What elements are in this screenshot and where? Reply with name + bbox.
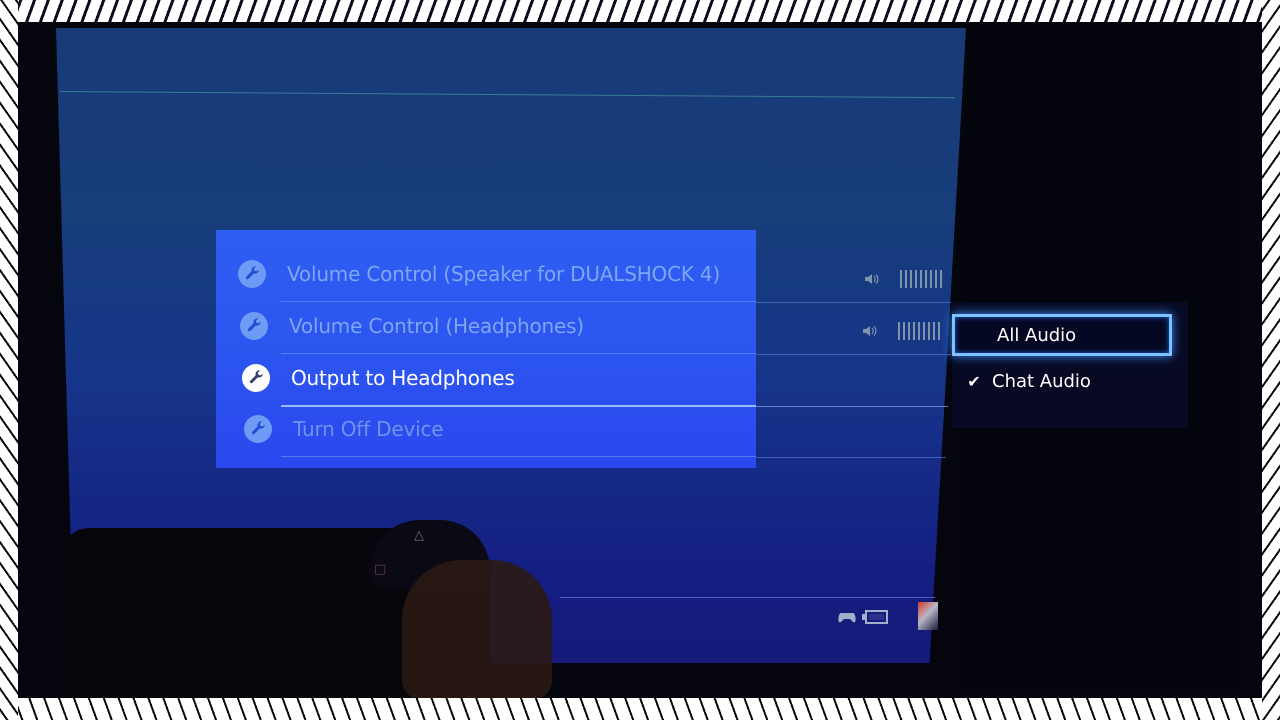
battery-icon	[862, 610, 888, 624]
row-divider	[756, 302, 951, 303]
checkmark-icon: ✔	[967, 371, 981, 391]
status-bar	[838, 610, 888, 624]
menu-item-volume-headphones[interactable]: Volume Control (Headphones)	[216, 300, 756, 352]
volume-indicator-headphones[interactable]	[862, 322, 940, 340]
status-bar-divider	[560, 597, 935, 598]
menu-item-label: Volume Control (Headphones)	[289, 314, 584, 338]
row-divider	[756, 406, 948, 407]
volume-level-bars	[898, 322, 940, 340]
decorative-border-bottom	[0, 698, 1280, 720]
decorative-border-right	[1262, 0, 1280, 720]
output-options-popup: All Audio ✔ Chat Audio	[952, 302, 1188, 428]
option-all-audio[interactable]: All Audio	[952, 314, 1172, 356]
menu-item-label: Turn Off Device	[293, 417, 444, 441]
square-button-glyph: □	[374, 562, 387, 577]
wrench-icon	[242, 364, 270, 392]
decorative-border-left	[0, 0, 18, 720]
wrench-icon	[238, 260, 266, 288]
option-label: Chat Audio	[992, 370, 1091, 392]
menu-item-label: Volume Control (Speaker for DUALSHOCK 4)	[287, 262, 721, 286]
option-label: All Audio	[997, 324, 1077, 346]
volume-level-bars	[900, 270, 942, 288]
option-chat-audio[interactable]: ✔ Chat Audio	[952, 360, 1174, 402]
row-divider	[281, 456, 756, 457]
user-avatar[interactable]	[918, 602, 938, 630]
speaker-icon	[865, 274, 879, 284]
menu-item-volume-speaker[interactable]: Volume Control (Speaker for DUALSHOCK 4)	[216, 248, 756, 300]
volume-indicator-speaker[interactable]	[864, 270, 942, 288]
triangle-button-glyph: △	[414, 528, 424, 543]
speaker-icon	[863, 326, 877, 336]
row-divider	[756, 354, 951, 355]
decorative-border-top	[0, 0, 1280, 22]
device-settings-menu: Volume Control (Speaker for DUALSHOCK 4)…	[216, 230, 756, 468]
menu-item-label: Output to Headphones	[291, 366, 515, 390]
wrench-icon	[240, 312, 268, 340]
controller-icon	[838, 613, 856, 623]
wrench-icon	[244, 415, 272, 443]
hand-finger	[402, 560, 552, 700]
row-divider	[756, 457, 946, 458]
menu-item-turn-off-device[interactable]: Turn Off Device	[216, 403, 756, 455]
menu-item-output-to-headphones[interactable]: Output to Headphones	[216, 352, 756, 404]
